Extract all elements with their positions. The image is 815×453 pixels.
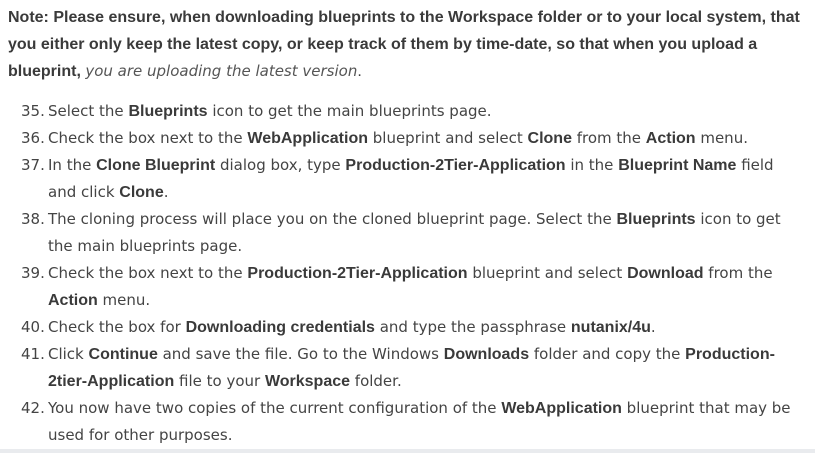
step-text: blueprint and select (367, 129, 528, 147)
step-bold-term: WebApplication (247, 130, 368, 147)
step-bold-term: WebApplication (501, 400, 622, 417)
step-text: in the (565, 156, 619, 174)
step-bold-term: Downloads (443, 346, 530, 363)
step-number: 37. (21, 156, 45, 174)
step-bold-term: Blueprints (128, 103, 208, 120)
step-number: 39. (21, 264, 45, 282)
step-text: Select the (48, 102, 129, 120)
step-bold-term: Blueprints (616, 211, 696, 228)
step-text: folder. (350, 372, 402, 390)
step-text: You now have two copies of the current c… (48, 399, 502, 417)
steps-list: 35. Select the Blueprints icon to get the… (21, 98, 801, 449)
step-bold-term: Production-2Tier-Application (345, 157, 566, 174)
step-item: 42. You now have two copies of the curren… (21, 395, 801, 449)
step-text: In the (48, 156, 97, 174)
step-bold-term: Download (627, 265, 704, 282)
step-bold-term: Downloading credentials (185, 319, 375, 336)
step-bold-term: Production-2Tier-Application (247, 265, 468, 282)
step-item: 37. In the Clone Blueprint dialog box, ty… (21, 152, 801, 206)
step-text: Check the box next to the (48, 129, 248, 147)
step-text: menu. (695, 129, 748, 147)
step-text: dialog box, type (215, 156, 346, 174)
step-text: folder and copy the (529, 345, 686, 363)
step-text: file to your (174, 372, 265, 390)
note-paragraph: Note: Please ensure, when downloading bl… (8, 4, 808, 85)
step-bold-term: Action (645, 130, 696, 147)
step-text: and type the passphrase (374, 318, 571, 336)
step-text: menu. (97, 291, 151, 309)
step-text: and save the file. Go to the Windows (157, 345, 444, 363)
step-text: from the (571, 129, 646, 147)
step-bold-term: nutanix/4u (570, 319, 651, 336)
step-bold-term: Clone Blueprint (96, 157, 216, 174)
step-bold-term: Clone (527, 130, 572, 147)
step-text: . (163, 183, 169, 201)
step-item: 39. Check the box next to the Production-… (21, 260, 801, 314)
step-number: 35. (21, 102, 45, 120)
step-number: 40. (21, 318, 45, 336)
note-italic-text: you are uploading the latest version (85, 62, 358, 80)
step-text: . (650, 318, 656, 336)
step-text: Click (48, 345, 89, 363)
step-item: 40. Check the box for Downloading credent… (21, 314, 801, 341)
step-number: 41. (21, 345, 45, 363)
step-text: icon to get the main blueprints page. (207, 102, 492, 120)
step-text: Check the box next to the (48, 264, 248, 282)
step-bold-term: Workspace (264, 373, 351, 390)
step-text: Check the box for (48, 318, 186, 336)
step-number: 42. (21, 399, 45, 417)
step-item: 35. Select the Blueprints icon to get the… (21, 98, 801, 125)
step-bold-term: Clone (119, 184, 164, 201)
step-text: blueprint and select (467, 264, 628, 282)
step-number: 36. (21, 129, 45, 147)
step-text: from the (703, 264, 773, 282)
step-item: 36. Check the box next to the WebApplicat… (21, 125, 801, 152)
step-text: The cloning process will place you on th… (48, 210, 617, 228)
step-bold-term: Action (48, 292, 98, 309)
step-item: 38. The cloning process will place you on… (21, 206, 801, 260)
step-item: 41. Click Continue and save the file. Go … (21, 341, 801, 395)
step-bold-term: Blueprint Name (618, 157, 737, 174)
step-number: 38. (21, 210, 45, 228)
step-bold-term: Continue (88, 346, 158, 363)
note-end-punctuation: . (357, 63, 362, 80)
bottom-divider (0, 449, 815, 453)
